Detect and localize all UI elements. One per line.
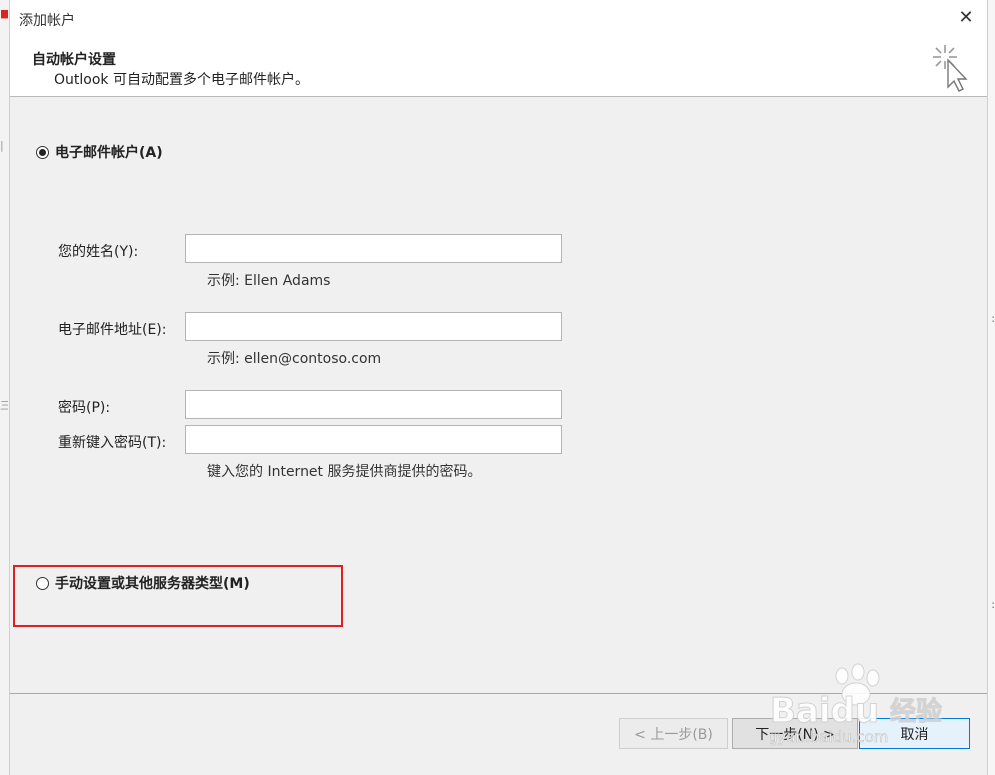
password-input[interactable] [185,390,562,419]
email-input[interactable] [185,312,562,341]
email-account-label: 电子邮件帐户(A) [55,145,163,161]
header-subtitle: Outlook 可自动配置多个电子邮件帐户。 [54,72,309,88]
close-button[interactable]: ✕ [952,4,980,32]
email-account-option[interactable]: 电子邮件帐户(A) [36,142,163,162]
title-bar: 添加帐户 ✕ [10,0,987,37]
password-hint: 键入您的 Internet 服务提供商提供的密码。 [207,464,482,480]
email-account-radio[interactable] [36,145,49,159]
watermark-brand-cn: 经验 [890,696,942,727]
header-panel: 自动帐户设置 Outlook 可自动配置多个电子邮件帐户。 [10,37,987,97]
manual-setup-radio[interactable] [36,576,49,590]
add-account-dialog: 添加帐户 ✕ 自动帐户设置 Outlook 可自动配置多个电子邮件帐户。 电子邮… [9,0,988,775]
watermark-url: jingyan.baidu.com [770,728,888,746]
sparkle-cursor-icon [933,45,968,92]
name-hint: 示例: Ellen Adams [207,273,331,289]
email-hint: 示例: ellen@contoso.com [207,351,382,367]
retype-password-input[interactable] [185,425,562,454]
name-label: 您的姓名(Y): [58,244,139,260]
header-title: 自动帐户设置 [32,52,116,68]
email-label: 电子邮件地址(E): [58,322,167,338]
name-input[interactable] [185,234,562,263]
retype-password-label: 重新键入密码(T): [58,435,167,451]
password-label: 密码(P): [58,400,111,416]
baidu-jingyan-watermark: Baidu 经验 jingyan.baidu.com [770,663,943,746]
window-title: 添加帐户 [19,13,75,29]
back-button[interactable]: < 上一步(B) [619,718,728,749]
manual-setup-label: 手动设置或其他服务器类型(M) [55,576,250,592]
manual-setup-option[interactable]: 手动设置或其他服务器类型(M) [36,573,250,593]
close-icon: ✕ [958,7,974,28]
watermark-brand: Baidu [770,691,879,731]
